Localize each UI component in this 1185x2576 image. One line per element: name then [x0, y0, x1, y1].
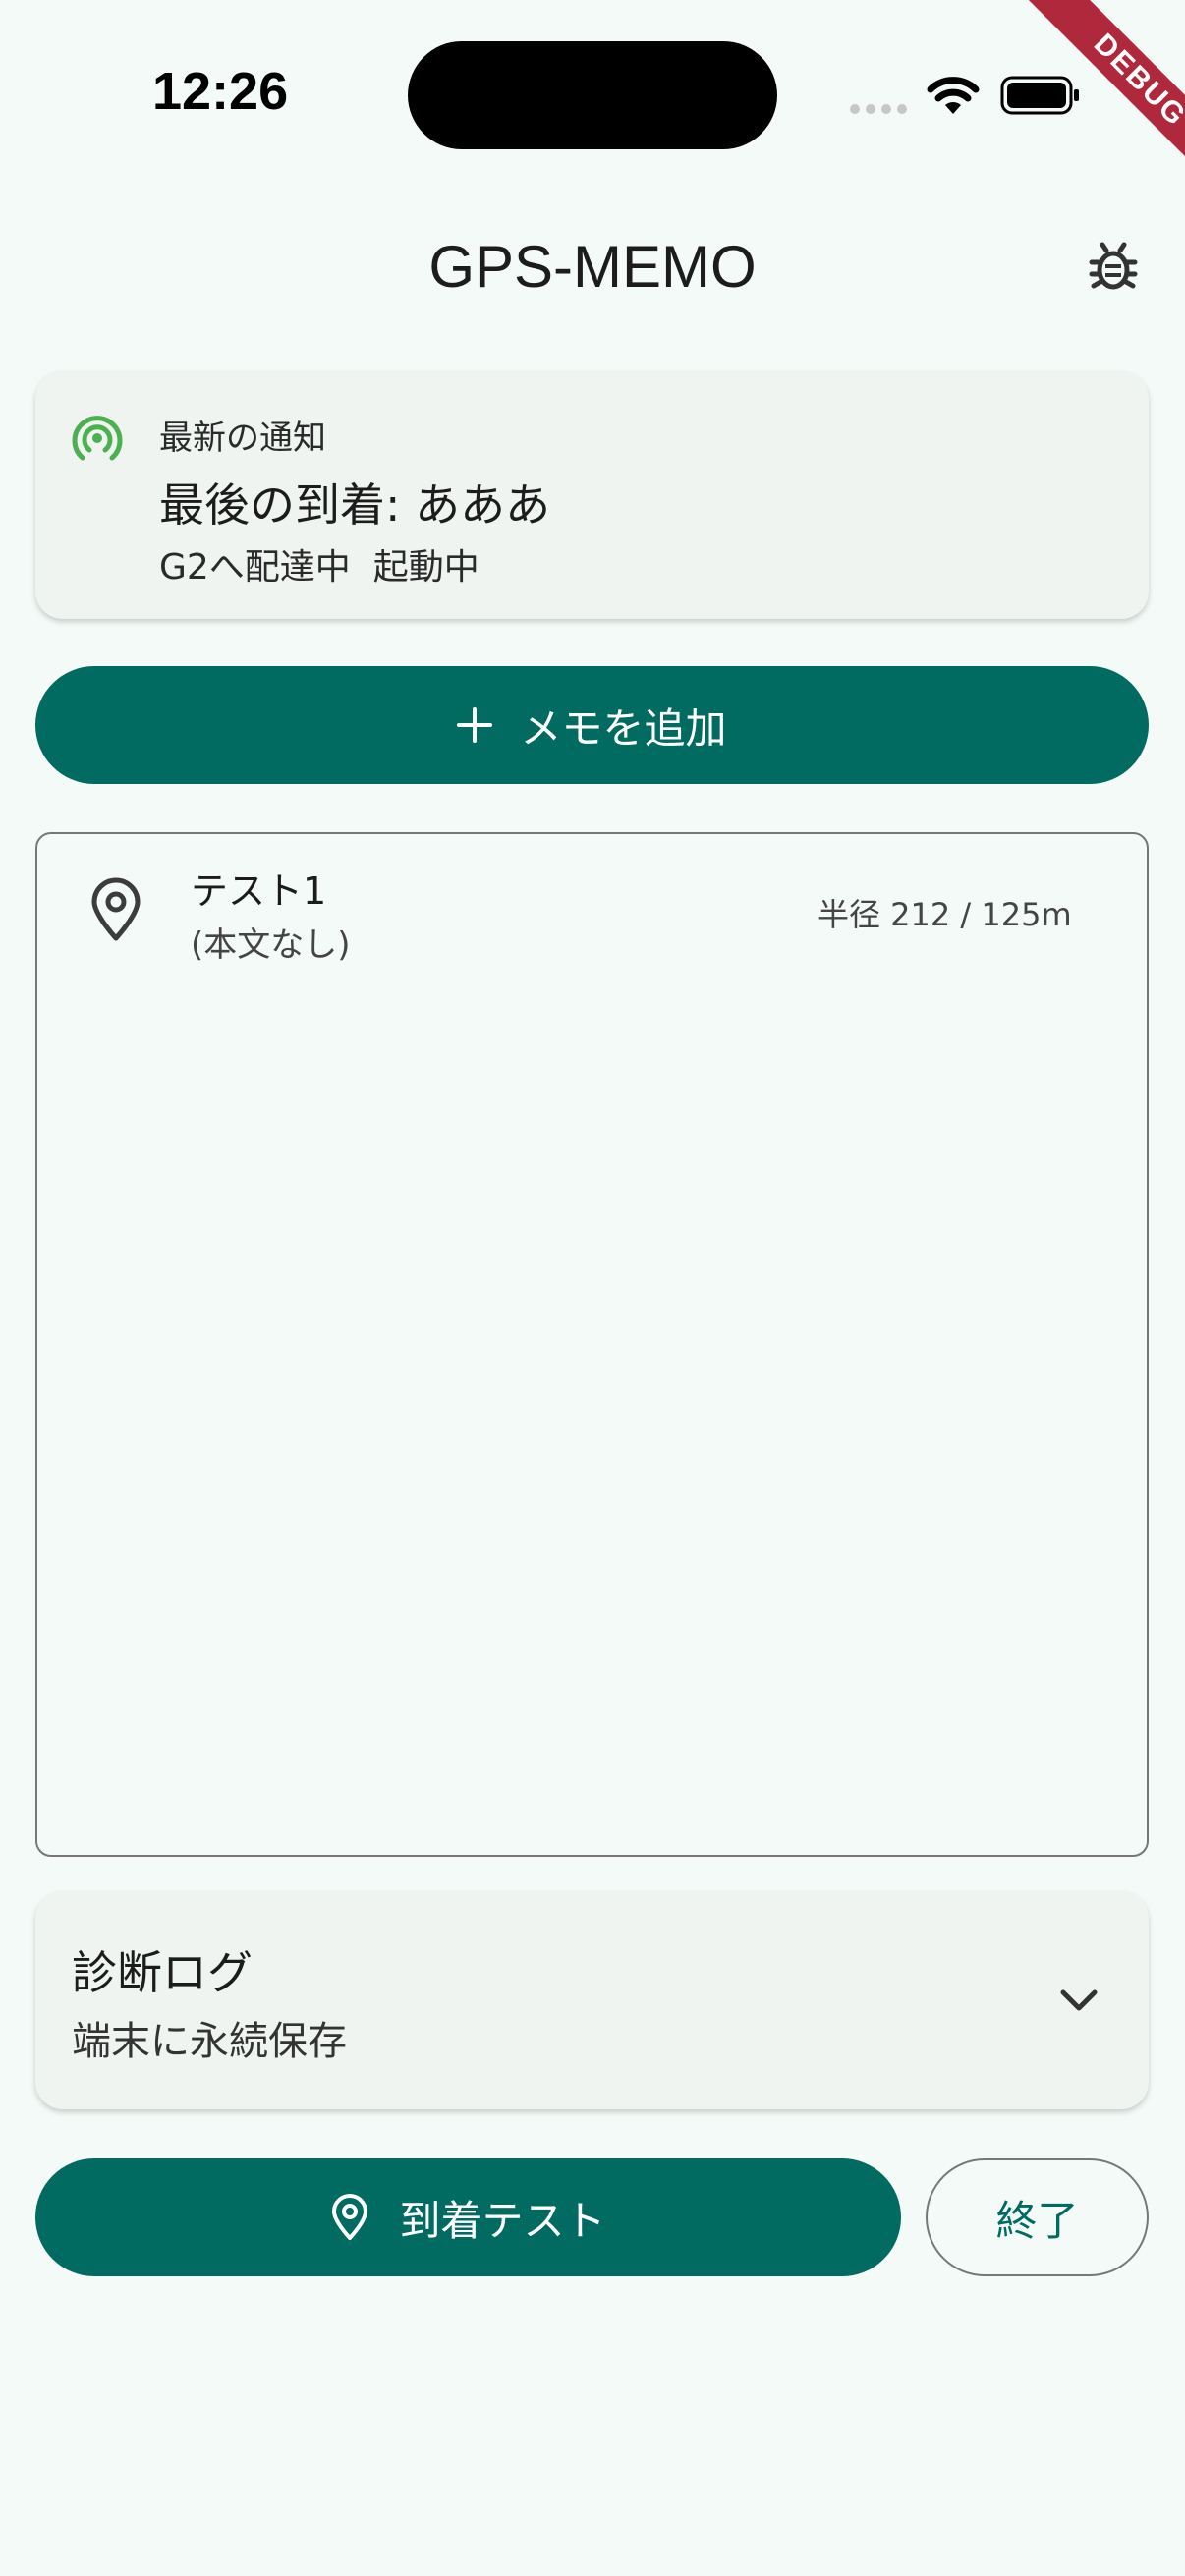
battery-icon: [1000, 76, 1079, 115]
camera-notch: [408, 41, 777, 149]
wifi-icon: [927, 77, 980, 114]
end-button[interactable]: 終了: [926, 2158, 1149, 2276]
notification-status: G2へ配達中 起動中: [159, 547, 480, 588]
debug-button[interactable]: [1081, 232, 1146, 301]
notification-title: 最後の到着: あああ: [159, 478, 551, 532]
add-memo-label: メモを追加: [520, 703, 727, 753]
memo-list: [35, 832, 1149, 1857]
add-memo-button[interactable]: メモを追加: [35, 666, 1149, 784]
location-pin-icon: [332, 2194, 368, 2240]
end-label: 終了: [995, 2196, 1079, 2245]
arrival-test-button[interactable]: 到着テスト: [35, 2158, 901, 2276]
notification-label: 最新の通知: [159, 419, 326, 458]
memo-radius: 半径 212 / 125m: [818, 896, 1072, 933]
arrival-test-label: 到着テスト: [399, 2196, 606, 2245]
memo-body: (本文なし): [191, 925, 351, 965]
status-time: 12:26: [152, 62, 289, 121]
location-pin-icon: [91, 877, 141, 941]
signal-dots-icon: [850, 104, 907, 114]
broadcast-icon: [72, 416, 123, 461]
plus-icon: [457, 707, 493, 743]
chevron-down-icon[interactable]: [1055, 1985, 1102, 2018]
diagnostic-title: 診断ログ: [72, 1946, 253, 1999]
bug-icon: [1089, 242, 1138, 290]
page-title: GPS-MEMO: [428, 234, 757, 300]
memo-title: テスト1: [191, 869, 327, 913]
diagnostic-subtitle: 端末に永続保存: [72, 2019, 347, 2064]
